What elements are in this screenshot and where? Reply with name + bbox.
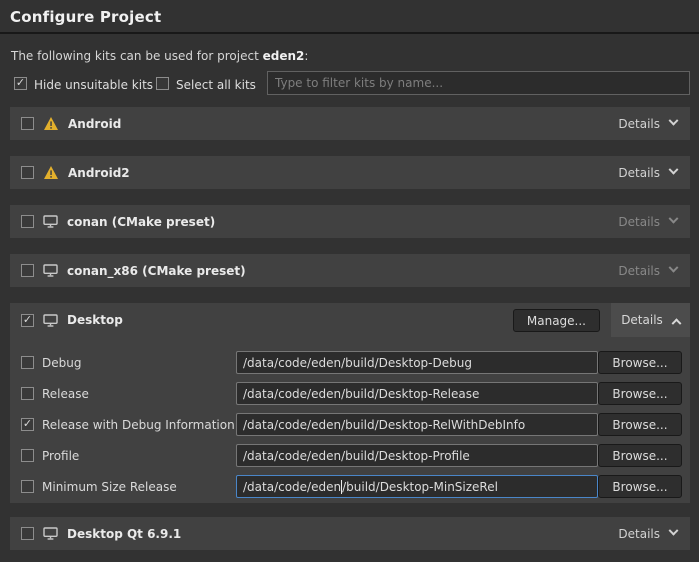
checkmark-icon: ✓ bbox=[16, 77, 25, 88]
release-browse-button[interactable]: Browse... bbox=[598, 382, 682, 405]
page-title: Configure Project bbox=[10, 8, 161, 26]
chevron-up-icon bbox=[671, 318, 681, 328]
subtitle-prefix: The following kits can be used for proje… bbox=[11, 49, 263, 63]
chevron-down-icon bbox=[669, 214, 679, 224]
kit-name: Desktop bbox=[67, 313, 123, 327]
details-label: Details bbox=[618, 264, 660, 278]
release-checkbox[interactable] bbox=[21, 387, 34, 400]
warning-icon bbox=[43, 165, 59, 180]
kit-row-android[interactable]: Android Details bbox=[10, 107, 690, 140]
kit-name: conan (CMake preset) bbox=[67, 215, 215, 229]
desktop-monitor-icon bbox=[43, 215, 58, 228]
relwithdebinfo-checkbox[interactable]: ✓ bbox=[21, 418, 34, 431]
profile-browse-button[interactable]: Browse... bbox=[598, 444, 682, 467]
project-name: eden2 bbox=[263, 49, 305, 63]
subtitle-suffix: : bbox=[304, 49, 308, 63]
desktop-monitor-icon bbox=[43, 264, 58, 277]
warning-icon bbox=[43, 116, 59, 131]
kit-desktop-qt-details-button[interactable]: Details bbox=[618, 517, 677, 550]
chevron-down-icon bbox=[669, 263, 679, 273]
minsizerel-browse-button[interactable]: Browse... bbox=[598, 475, 682, 498]
build-config-label: Release bbox=[42, 387, 89, 401]
kit-row-conan[interactable]: conan (CMake preset) Details bbox=[10, 205, 690, 238]
details-label: Details bbox=[618, 166, 660, 180]
kit-row-desktop-qt-691[interactable]: Desktop Qt 6.9.1 Details bbox=[10, 517, 690, 550]
manage-kits-button[interactable]: Manage... bbox=[513, 309, 600, 332]
kit-conan-x86-details-button: Details bbox=[618, 254, 677, 287]
debug-checkbox[interactable] bbox=[21, 356, 34, 369]
kit-row-desktop[interactable]: ✓ Desktop Manage... Details bbox=[10, 303, 690, 337]
build-config-label: Debug bbox=[42, 356, 81, 370]
chevron-down-icon bbox=[669, 526, 679, 536]
minsizerel-checkbox[interactable] bbox=[21, 480, 34, 493]
build-dir-value-before-caret: /data/code/eden bbox=[243, 480, 341, 494]
relwithdebinfo-browse-button[interactable]: Browse... bbox=[598, 413, 682, 436]
minsizerel-build-dir-field[interactable]: /data/code/eden/build/Desktop-MinSizeRel bbox=[236, 475, 598, 498]
build-dir-value-after-caret: /build/Desktop-MinSizeRel bbox=[342, 480, 498, 494]
kit-panel-desktop: ✓ Desktop Manage... Details Debug /data/… bbox=[10, 303, 690, 503]
build-config-row-profile: Profile /data/code/eden/build/Desktop-Pr… bbox=[10, 444, 690, 467]
select-all-kits-label: Select all kits bbox=[176, 78, 256, 92]
kit-desktop-qt-checkbox[interactable] bbox=[21, 527, 34, 540]
build-config-row-minsizerel: Minimum Size Release /data/code/eden/bui… bbox=[10, 475, 690, 498]
build-config-label: Release with Debug Information bbox=[42, 418, 235, 432]
kit-android-checkbox[interactable] bbox=[21, 117, 34, 130]
chevron-down-icon bbox=[669, 116, 679, 126]
kit-conan-checkbox[interactable] bbox=[21, 215, 34, 228]
build-config-row-debug: Debug /data/code/eden/build/Desktop-Debu… bbox=[10, 351, 690, 374]
kit-android2-checkbox[interactable] bbox=[21, 166, 34, 179]
relwithdebinfo-build-dir-field[interactable]: /data/code/eden/build/Desktop-RelWithDeb… bbox=[236, 413, 598, 436]
kits-subtitle: The following kits can be used for proje… bbox=[11, 49, 308, 63]
profile-build-dir-field[interactable]: /data/code/eden/build/Desktop-Profile bbox=[236, 444, 598, 467]
debug-browse-button[interactable]: Browse... bbox=[598, 351, 682, 374]
build-config-label: Profile bbox=[42, 449, 79, 463]
details-label: Details bbox=[618, 527, 660, 541]
build-config-label: Minimum Size Release bbox=[42, 480, 177, 494]
kit-conan-details-button: Details bbox=[618, 205, 677, 238]
title-separator bbox=[0, 32, 699, 34]
details-label: Details bbox=[618, 117, 660, 131]
kit-desktop-checkbox[interactable]: ✓ bbox=[21, 314, 34, 327]
release-build-dir-field[interactable]: /data/code/eden/build/Desktop-Release bbox=[236, 382, 598, 405]
kit-conan-x86-checkbox[interactable] bbox=[21, 264, 34, 277]
hide-unsuitable-kits-checkbox[interactable]: ✓ bbox=[14, 77, 27, 90]
kit-android2-details-button[interactable]: Details bbox=[618, 156, 677, 189]
desktop-monitor-icon bbox=[43, 314, 58, 327]
kit-filter-input[interactable] bbox=[267, 71, 690, 95]
details-label: Details bbox=[618, 215, 660, 229]
build-dir-value: /data/code/eden/build/Desktop-Release bbox=[243, 387, 479, 401]
build-dir-value: /data/code/eden/build/Desktop-Debug bbox=[243, 356, 472, 370]
build-config-row-relwithdebinfo: ✓ Release with Debug Information /data/c… bbox=[10, 413, 690, 436]
profile-checkbox[interactable] bbox=[21, 449, 34, 462]
build-config-row-release: Release /data/code/eden/build/Desktop-Re… bbox=[10, 382, 690, 405]
checkmark-icon: ✓ bbox=[23, 314, 32, 325]
kit-name: Android2 bbox=[68, 166, 130, 180]
checkmark-icon: ✓ bbox=[23, 418, 32, 429]
kit-android-details-button[interactable]: Details bbox=[618, 107, 677, 140]
select-all-kits-checkbox[interactable] bbox=[156, 77, 169, 90]
build-dir-value: /data/code/eden/build/Desktop-Profile bbox=[243, 449, 470, 463]
kit-name: conan_x86 (CMake preset) bbox=[67, 264, 246, 278]
desktop-monitor-icon bbox=[43, 527, 58, 540]
kit-row-android2[interactable]: Android2 Details bbox=[10, 156, 690, 189]
details-label: Details bbox=[621, 313, 663, 327]
debug-build-dir-field[interactable]: /data/code/eden/build/Desktop-Debug bbox=[236, 351, 598, 374]
kit-name: Android bbox=[68, 117, 121, 131]
chevron-down-icon bbox=[669, 165, 679, 175]
build-dir-value: /data/code/eden/build/Desktop-RelWithDeb… bbox=[243, 418, 525, 432]
kit-name: Desktop Qt 6.9.1 bbox=[67, 527, 181, 541]
kit-desktop-details-button[interactable]: Details bbox=[611, 303, 690, 337]
hide-unsuitable-kits-label: Hide unsuitable kits bbox=[34, 78, 153, 92]
configure-project-page: Configure Project The following kits can… bbox=[0, 0, 699, 562]
kit-row-conan-x86[interactable]: conan_x86 (CMake preset) Details bbox=[10, 254, 690, 287]
